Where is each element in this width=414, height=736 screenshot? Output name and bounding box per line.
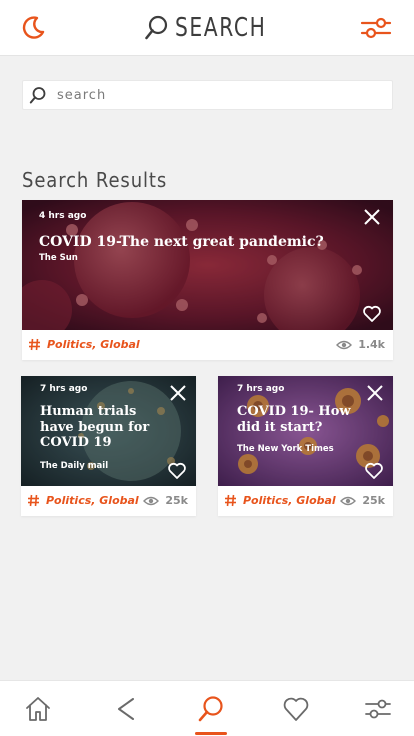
card-time: 4 hrs ago [39,211,87,221]
card-headline-line: have begun for [40,419,150,435]
heart-icon[interactable] [167,461,187,481]
page-title-text: SEARCH [175,13,267,43]
hashtag-icon [29,338,40,351]
hashtag-icon [225,494,236,507]
card-headline[interactable]: COVID 19-The next great pandemic? [39,234,369,251]
card-tags[interactable]: Politics, Global [27,494,139,507]
card-tags[interactable]: Politics, Global [224,494,336,507]
card-headline[interactable]: Human trials have begun for COVID 19 [40,404,149,451]
hashtag-icon [28,494,39,507]
card-tags-text: Politics, Global [243,494,336,507]
heart-icon[interactable] [364,461,384,481]
filter-icon [365,699,391,719]
search-input[interactable] [57,87,377,103]
card-views-count: 1.4k [358,338,385,351]
news-card[interactable]: 7 hrs ago COVID 19- How did it start? Th… [218,376,393,516]
card-views-count: 25k [362,494,385,507]
nav-home[interactable] [8,681,68,736]
card-source: The Sun [39,253,78,263]
search-icon [145,15,168,40]
search-icon [198,696,223,722]
filter-icon[interactable] [360,14,392,42]
nav-favorites[interactable] [266,681,326,736]
card-footer: Politics, Global 25k [218,494,393,507]
moon-icon[interactable] [20,15,46,41]
news-card[interactable]: 7 hrs ago Human trials have begun for CO… [21,376,196,516]
nav-share[interactable] [96,681,156,736]
card-views: 1.4k [336,338,385,351]
eye-icon [340,496,357,505]
eye-icon [336,340,353,349]
search-bar [22,80,393,110]
card-headline-line: Human trials [40,404,137,419]
home-icon [26,697,50,721]
card-footer: Politics, Global 25k [21,494,196,507]
bottom-nav [0,680,414,736]
news-card[interactable]: 4 hrs ago COVID 19-The next great pandem… [22,200,393,360]
card-headline-line: COVID 19- How [237,404,351,419]
card-tags-text: Politics, Global [47,338,140,351]
card-time: 7 hrs ago [40,384,88,394]
heart-icon [283,697,309,721]
card-source: The New York Times [237,444,334,454]
card-tags[interactable]: Politics, Global [28,338,140,351]
header: SEARCH [0,0,414,56]
card-tags-text: Politics, Global [46,494,139,507]
eye-icon [143,496,160,505]
nav-search[interactable] [181,681,241,736]
card-views-count: 25k [165,494,188,507]
share-icon [118,698,134,720]
search-icon [29,87,46,104]
close-icon[interactable] [366,384,384,402]
page-title: SEARCH [145,11,292,45]
card-headline[interactable]: COVID 19- How did it start? [237,404,351,435]
close-icon[interactable] [169,384,187,402]
nav-settings[interactable] [348,681,408,736]
card-source: The Daily mail [40,461,109,471]
close-icon[interactable] [363,208,381,226]
heart-icon[interactable] [362,304,382,324]
card-views: 25k [143,494,188,507]
card-views: 25k [340,494,385,507]
card-time: 7 hrs ago [237,384,285,394]
card-headline-line: did it start? [237,419,323,435]
card-footer: Politics, Global 1.4k [22,338,393,351]
card-headline-line: COVID 19 [40,435,112,451]
results-heading: Search Results [22,168,168,192]
